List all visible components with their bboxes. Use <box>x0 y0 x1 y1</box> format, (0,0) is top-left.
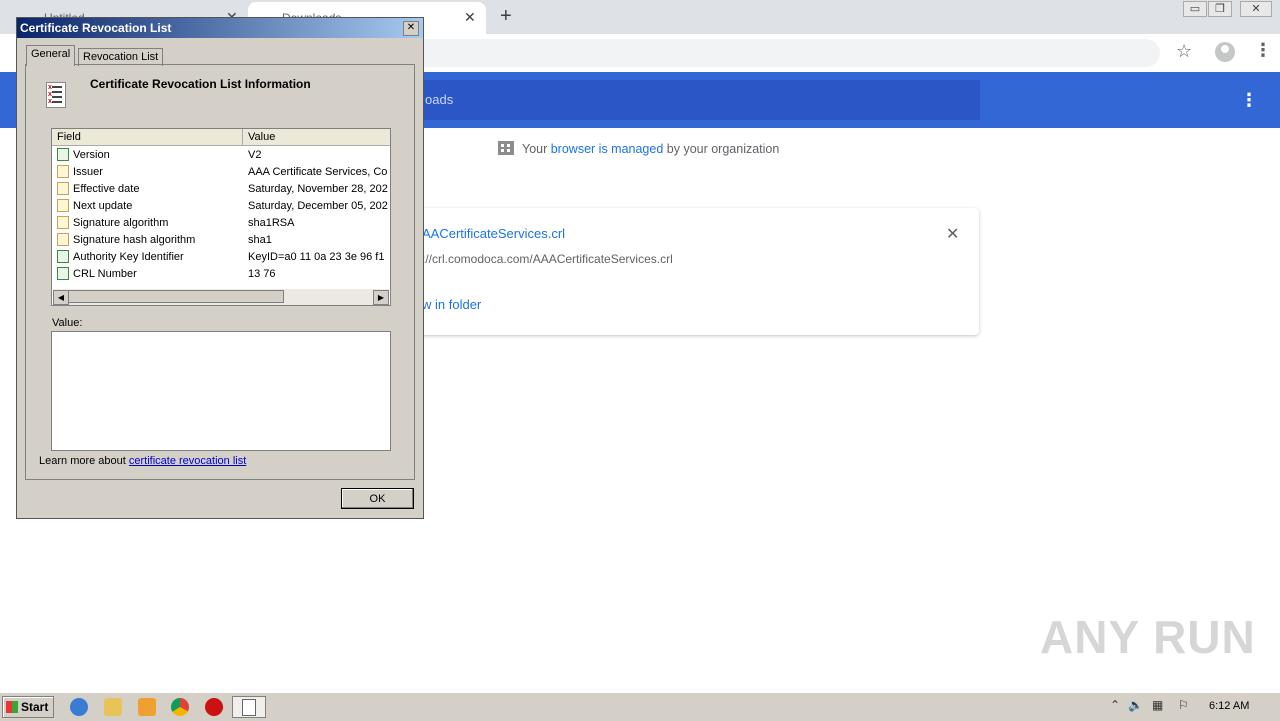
field-name: Effective date <box>73 183 140 195</box>
start-label: Start <box>21 700 49 714</box>
field-icon <box>57 216 69 229</box>
windows-logo-icon <box>6 701 18 713</box>
opera-icon[interactable] <box>205 698 223 716</box>
field-name: Signature algorithm <box>73 217 169 229</box>
list-row[interactable]: Issuer AAA Certificate Services, Cor <box>52 164 390 181</box>
close-tab-icon[interactable]: ✕ <box>464 9 476 26</box>
profile-avatar-icon[interactable] <box>1215 42 1235 62</box>
field-list[interactable]: Field Value Version V2 Issuer AAA Certif… <box>51 128 391 306</box>
field-icon <box>57 250 69 263</box>
field-icon <box>57 199 69 212</box>
media-player-icon[interactable] <box>138 698 156 716</box>
remove-download-icon[interactable]: ✕ <box>946 224 959 244</box>
restore-button[interactable]: ❐ <box>1208 1 1232 17</box>
window-close-button[interactable]: ✕ <box>1240 1 1272 17</box>
field-value: 13 76 <box>248 268 276 280</box>
field-icon <box>57 182 69 195</box>
building-icon <box>498 141 514 155</box>
more-actions-icon[interactable]: ⋮ <box>1240 90 1258 111</box>
anyrun-watermark: ANY RUN <box>1040 611 1256 663</box>
list-row[interactable]: Version V2 <box>52 147 390 164</box>
scroll-right-icon[interactable]: ▶ <box>373 290 389 305</box>
field-value: Saturday, November 28, 202 <box>248 183 388 195</box>
scroll-left-icon[interactable]: ◀ <box>53 290 69 305</box>
learn-more-link[interactable]: certificate revocation list <box>129 455 246 467</box>
field-name: Next update <box>73 200 133 212</box>
show-hidden-icons-icon[interactable]: ⌃ <box>1110 698 1120 712</box>
column-header-value[interactable]: Value <box>248 131 275 143</box>
tab-general[interactable]: General <box>26 45 76 66</box>
action-center-flag-icon[interactable]: ⚐ <box>1178 698 1189 712</box>
field-name: Issuer <box>73 166 103 178</box>
bookmark-star-icon[interactable]: ☆ <box>1176 41 1192 62</box>
chrome-icon[interactable] <box>171 698 189 716</box>
start-button[interactable]: Start <box>2 696 54 718</box>
field-value: sha1 <box>248 234 272 246</box>
field-icon <box>57 148 69 161</box>
managed-link[interactable]: browser is managed <box>551 142 664 156</box>
field-value: Saturday, December 05, 2020 <box>248 200 388 212</box>
column-divider[interactable] <box>242 129 243 145</box>
value-label: Value: <box>52 317 83 329</box>
field-name: CRL Number <box>73 268 137 280</box>
taskbar: Start ⌃ 🔈 ▦ ⚐ 6:12 AM <box>0 692 1280 721</box>
list-row[interactable]: Effective date Saturday, November 28, 20… <box>52 181 390 198</box>
list-row[interactable]: Next update Saturday, December 05, 2020 <box>52 198 390 215</box>
internet-explorer-icon[interactable] <box>70 698 88 716</box>
crl-dialog: Certificate Revocation List ✕ General Re… <box>16 17 424 519</box>
system-tray: ⌃ 🔈 ▦ ⚐ <box>1106 695 1278 717</box>
minimize-button[interactable]: ▭ <box>1183 1 1207 17</box>
clock[interactable]: 6:12 AM <box>1209 700 1249 712</box>
managed-prefix: Your <box>522 142 551 156</box>
column-header-field[interactable]: Field <box>57 131 81 143</box>
list-header: Field Value <box>52 129 390 146</box>
download-url: ://crl.comodoca.com/AAACertificateServic… <box>422 252 673 266</box>
list-row[interactable]: CRL Number 13 76 <box>52 266 390 283</box>
network-icon[interactable]: ▦ <box>1152 698 1163 712</box>
dialog-close-button[interactable]: ✕ <box>403 21 419 36</box>
value-detail-box[interactable] <box>51 331 391 451</box>
volume-icon[interactable]: 🔈 <box>1128 698 1143 712</box>
field-name: Signature hash algorithm <box>73 234 196 246</box>
field-icon <box>57 165 69 178</box>
field-icon <box>57 267 69 280</box>
field-value: V2 <box>248 149 262 161</box>
info-heading: Certificate Revocation List Information <box>90 77 311 91</box>
managed-notice: Your browser is managed by your organiza… <box>498 141 779 156</box>
list-row[interactable]: Signature algorithm sha1RSA <box>52 215 390 232</box>
field-value: KeyID=a0 11 0a 23 3e 96 f1 <box>248 251 385 263</box>
chrome-menu-icon[interactable]: ⋮ <box>1254 40 1272 61</box>
downloads-title: oads <box>425 92 454 107</box>
explorer-folder-icon[interactable] <box>104 698 122 716</box>
new-tab-button[interactable]: + <box>500 5 512 28</box>
field-name: Authority Key Identifier <box>73 251 184 263</box>
taskbar-window-crl[interactable] <box>232 696 266 718</box>
ok-button[interactable]: OK <box>341 488 414 509</box>
show-in-folder-link[interactable]: w in folder <box>422 297 481 312</box>
dialog-title: Certificate Revocation List <box>20 21 172 35</box>
scrollbar-thumb[interactable] <box>68 290 284 303</box>
dialog-titlebar[interactable]: Certificate Revocation List ✕ <box>17 18 423 38</box>
managed-suffix: by your organization <box>663 142 780 156</box>
crl-document-icon: xxx <box>46 82 66 108</box>
learn-more-prefix: Learn more about <box>39 455 129 467</box>
field-value: sha1RSA <box>248 217 295 229</box>
field-name: Version <box>73 149 110 161</box>
horizontal-scrollbar[interactable]: ◀ ▶ <box>53 289 389 305</box>
document-icon <box>242 699 256 716</box>
download-filename-link[interactable]: AACertificateServices.crl <box>422 226 565 241</box>
list-row[interactable]: Signature hash algorithm sha1 <box>52 232 390 249</box>
list-row[interactable]: Authority Key Identifier KeyID=a0 11 0a … <box>52 249 390 266</box>
field-icon <box>57 233 69 246</box>
learn-more: Learn more about certificate revocation … <box>39 455 246 467</box>
field-value: AAA Certificate Services, Cor <box>248 166 388 178</box>
